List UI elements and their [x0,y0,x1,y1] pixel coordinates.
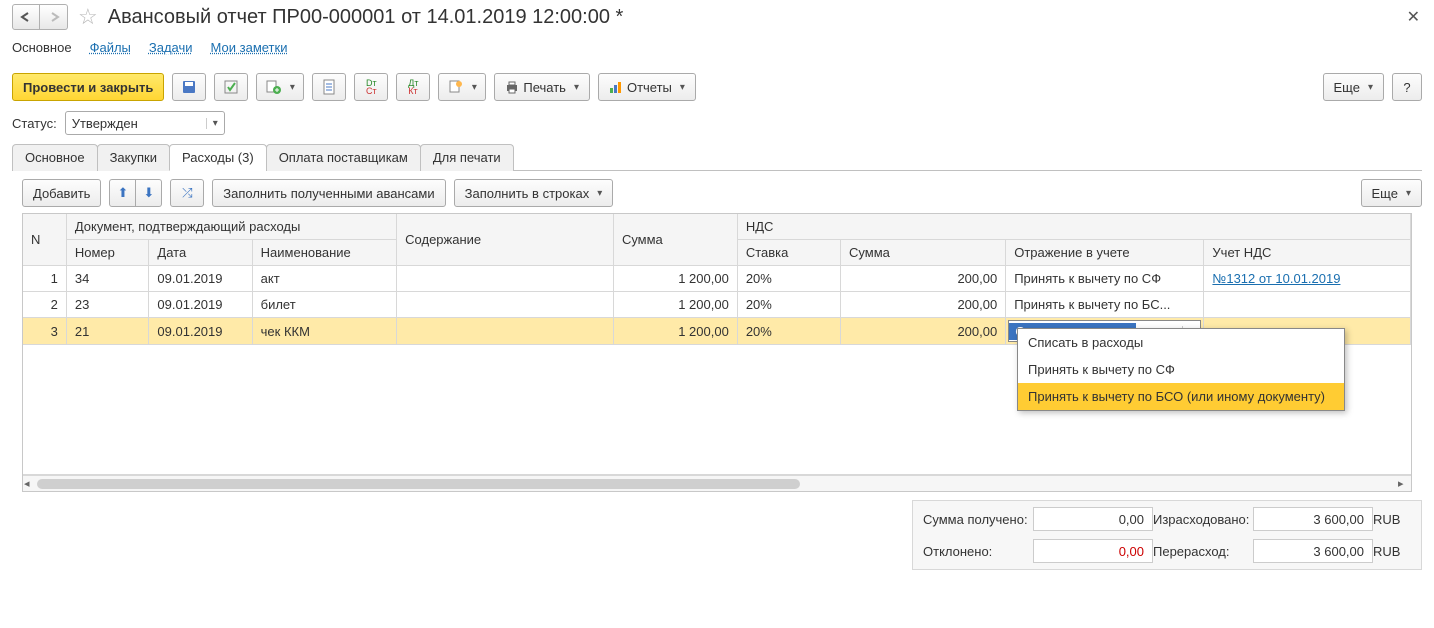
scroll-left-icon: ◂ [24,477,36,490]
inner-tabs: Основное Закупки Расходы (3) Оплата пост… [12,143,1422,171]
currency-label-2: RUB [1373,544,1413,559]
scroll-thumb[interactable] [37,479,800,489]
move-down-button[interactable]: ⬇ [136,179,162,207]
received-label: Сумма получено: [923,512,1033,527]
page-title: Авансовый отчет ПР00-000001 от 14.01.201… [108,6,624,29]
rejected-value: 0,00 [1033,539,1153,563]
currency-label: RUB [1373,512,1413,527]
distribute-button[interactable]: ⤮ [170,179,204,207]
help-button[interactable]: ? [1392,73,1422,101]
table-more-button[interactable]: Еще [1361,179,1422,207]
col-n[interactable]: N [23,214,66,266]
add-button[interactable]: Добавить [22,179,101,207]
dtkt-icon: ДтКт [408,79,418,95]
print-icon [505,80,519,94]
tab-for-print[interactable]: Для печати [420,144,514,171]
basis-button[interactable] [256,73,304,101]
totals-panel: Сумма получено: 0,00 Израсходовано: 3 60… [912,500,1422,570]
arrow-up-icon: ⬆ [117,185,128,201]
col-vat-sum[interactable]: Сумма [841,240,1006,266]
print-button[interactable]: Печать [494,73,590,101]
tab-purchases[interactable]: Закупки [97,144,170,171]
dropdown-opt-sf[interactable]: Принять к вычету по СФ [1018,356,1344,383]
col-vat-acc[interactable]: Учет НДС [1204,240,1411,266]
rejected-label: Отклонено: [923,544,1033,559]
attach-button[interactable] [438,73,486,101]
dtcr-icon: DтCт [366,79,377,95]
basis-icon [266,79,282,95]
chart-icon [609,80,623,94]
col-rate[interactable]: Ставка [737,240,840,266]
arrow-down-icon: ⬇ [143,185,154,201]
dtcr-button[interactable]: DтCт [354,73,388,101]
post-icon [223,79,239,95]
status-select[interactable]: Утвержден ▾ [65,111,225,135]
col-content[interactable]: Содержание [397,214,614,266]
vat-acc-link[interactable]: №1312 от 10.01.2019 [1212,271,1340,286]
close-button[interactable]: ✕ [1401,7,1426,27]
table-row[interactable]: 2 23 09.01.2019 билет 1 200,00 20% 200,0… [23,292,1411,318]
reports-button[interactable]: Отчеты [598,73,696,101]
document-icon [321,79,337,95]
col-name[interactable]: Наименование [252,240,397,266]
status-label: Статус: [12,116,57,131]
nav-tab-tasks[interactable]: Задачи [149,34,193,63]
status-row: Статус: Утвержден ▾ [0,107,1434,143]
expenses-table-wrap: N Документ, подтверждающий расходы Содер… [22,213,1412,492]
arrow-right-icon [46,11,62,23]
over-label: Перерасход: [1153,544,1253,559]
horizontal-scrollbar[interactable]: ◂ ▸ [23,475,1411,491]
doc1-button[interactable] [312,73,346,101]
tab-expenses[interactable]: Расходы (3) [169,144,267,171]
col-reflection[interactable]: Отражение в учете [1006,240,1204,266]
favorite-star-icon[interactable]: ☆ [78,4,98,30]
nav-tab-notes[interactable]: Мои заметки [211,34,288,63]
tab-main[interactable]: Основное [12,144,98,171]
save-icon [181,79,197,95]
arrow-left-icon [18,11,34,23]
attach-icon [448,79,464,95]
print-label: Печать [523,80,566,95]
main-toolbar: Провести и закрыть DтCт ДтКт Печать Отче… [0,67,1434,107]
header-bar: ☆ Авансовый отчет ПР00-000001 от 14.01.2… [0,0,1434,34]
col-sum[interactable]: Сумма [613,214,737,266]
col-date[interactable]: Дата [149,240,252,266]
more-button[interactable]: Еще [1323,73,1384,101]
dropdown-opt-expense[interactable]: Списать в расходы [1018,329,1344,356]
received-value: 0,00 [1033,507,1153,531]
spent-label: Израсходовано: [1153,512,1253,527]
distribute-icon: ⤮ [182,185,192,201]
nav-tab-files[interactable]: Файлы [90,34,131,63]
reflection-dropdown: Списать в расходы Принять к вычету по СФ… [1017,328,1345,411]
nav-tabs: Основное Файлы Задачи Мои заметки [0,34,1434,67]
spent-value: 3 600,00 [1253,507,1373,531]
dtkt-button[interactable]: ДтКт [396,73,430,101]
post-and-close-button[interactable]: Провести и закрыть [12,73,164,101]
col-doc-group[interactable]: Документ, подтверждающий расходы [66,214,396,240]
table-toolbar: Добавить ⬆ ⬇ ⤮ Заполнить полученными ава… [0,171,1434,213]
col-number[interactable]: Номер [66,240,149,266]
nav-buttons [12,4,68,30]
back-button[interactable] [12,4,40,30]
col-vat-group[interactable]: НДС [737,214,1410,240]
table-row[interactable]: 1 34 09.01.2019 акт 1 200,00 20% 200,00 … [23,266,1411,292]
status-value: Утвержден [72,116,138,131]
over-value: 3 600,00 [1253,539,1373,563]
post-button[interactable] [214,73,248,101]
chevron-down-icon: ▾ [206,118,218,129]
move-group: ⬆ ⬇ [109,179,162,207]
dropdown-opt-bso[interactable]: Принять к вычету по БСО (или иному докум… [1018,383,1344,410]
fill-advances-button[interactable]: Заполнить полученными авансами [212,179,445,207]
tab-supplier-pay[interactable]: Оплата поставщикам [266,144,421,171]
move-up-button[interactable]: ⬆ [109,179,136,207]
scroll-right-icon: ▸ [1398,477,1410,490]
forward-button[interactable] [40,4,68,30]
fill-rows-button[interactable]: Заполнить в строках [454,179,614,207]
nav-tab-main[interactable]: Основное [12,34,72,63]
reports-label: Отчеты [627,80,672,95]
save-button[interactable] [172,73,206,101]
